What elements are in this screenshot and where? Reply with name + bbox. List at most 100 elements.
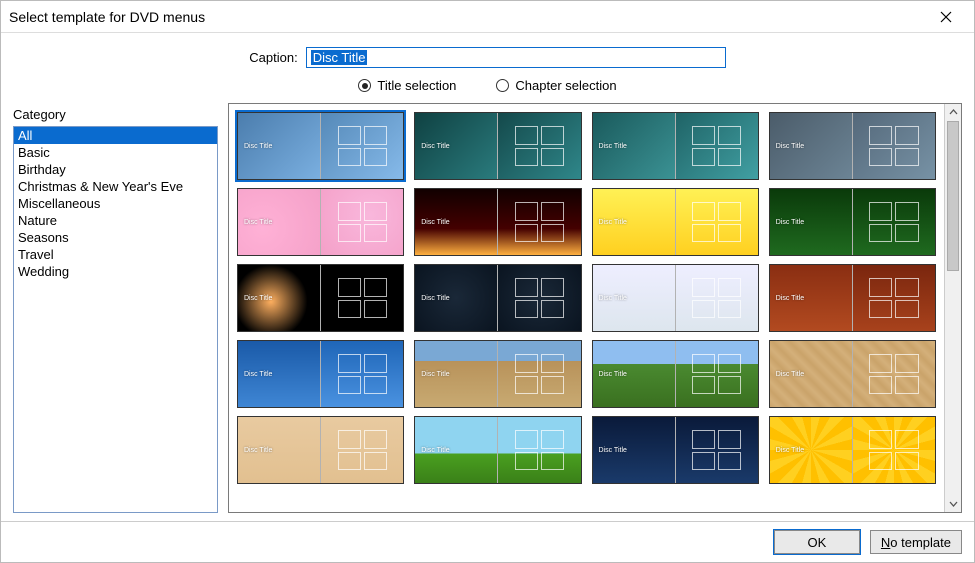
radio-chapter-label: Chapter selection xyxy=(515,78,616,93)
template-thumbnail[interactable]: Disc Title xyxy=(769,264,936,332)
thumbnail-title-page: Disc Title xyxy=(770,417,852,483)
thumbnail-title-page: Disc Title xyxy=(238,189,320,255)
thumbnail-title-page: Disc Title xyxy=(593,417,675,483)
thumbnail-chapter-page xyxy=(321,189,403,255)
template-thumbnail[interactable]: Disc Title xyxy=(592,264,759,332)
category-column: Category AllBasicBirthdayChristmas & New… xyxy=(13,103,218,513)
thumbnail-chapter-page xyxy=(498,417,580,483)
gallery-grid: Disc TitleDisc TitleDisc TitleDisc Title… xyxy=(229,104,944,492)
thumbnail-label: Disc Title xyxy=(593,139,675,154)
thumbnail-chapter-page xyxy=(676,341,758,407)
category-item[interactable]: Christmas & New Year's Eve xyxy=(14,178,217,195)
thumbnail-title-page: Disc Title xyxy=(415,113,497,179)
thumbnail-label: Disc Title xyxy=(770,443,852,458)
template-thumbnail[interactable]: Disc Title xyxy=(414,264,581,332)
template-thumbnail[interactable]: Disc Title xyxy=(769,340,936,408)
scroll-track[interactable] xyxy=(945,121,961,495)
category-item[interactable]: Wedding xyxy=(14,263,217,280)
thumbnail-label: Disc Title xyxy=(593,291,675,306)
radio-chapter-selection[interactable]: Chapter selection xyxy=(496,78,616,93)
body-row: Category AllBasicBirthdayChristmas & New… xyxy=(1,103,974,521)
caption-label: Caption: xyxy=(249,50,297,65)
scroll-down-button[interactable] xyxy=(945,495,961,512)
category-item[interactable]: All xyxy=(14,127,217,144)
template-thumbnail[interactable]: Disc Title xyxy=(237,188,404,256)
thumbnail-title-page: Disc Title xyxy=(770,341,852,407)
no-template-button[interactable]: No template xyxy=(870,530,962,554)
thumbnail-label: Disc Title xyxy=(415,367,497,382)
category-item[interactable]: Birthday xyxy=(14,161,217,178)
thumbnail-label: Disc Title xyxy=(770,215,852,230)
caption-input[interactable]: Disc Title xyxy=(306,47,726,68)
template-thumbnail[interactable]: Disc Title xyxy=(769,112,936,180)
category-item[interactable]: Basic xyxy=(14,144,217,161)
radio-dot-icon xyxy=(496,79,509,92)
template-thumbnail[interactable]: Disc Title xyxy=(592,340,759,408)
category-item[interactable]: Seasons xyxy=(14,229,217,246)
thumbnail-label: Disc Title xyxy=(415,139,497,154)
template-thumbnail[interactable]: Disc Title xyxy=(414,188,581,256)
template-thumbnail[interactable]: Disc Title xyxy=(414,112,581,180)
template-thumbnail[interactable]: Disc Title xyxy=(414,340,581,408)
thumbnail-chapter-page xyxy=(498,265,580,331)
category-list[interactable]: AllBasicBirthdayChristmas & New Year's E… xyxy=(13,126,218,513)
template-thumbnail[interactable]: Disc Title xyxy=(237,340,404,408)
thumbnail-label: Disc Title xyxy=(238,139,320,154)
selection-mode-group: Title selection Chapter selection xyxy=(358,78,616,93)
thumbnail-title-page: Disc Title xyxy=(770,113,852,179)
thumbnail-title-page: Disc Title xyxy=(593,113,675,179)
template-thumbnail[interactable]: Disc Title xyxy=(592,112,759,180)
gallery-scrollbar[interactable] xyxy=(944,104,961,512)
thumbnail-label: Disc Title xyxy=(770,139,852,154)
thumbnail-title-page: Disc Title xyxy=(238,113,320,179)
window-title: Select template for DVD menus xyxy=(9,9,926,25)
category-item[interactable]: Travel xyxy=(14,246,217,263)
ok-button-label: OK xyxy=(808,535,827,550)
footer: OK No template xyxy=(1,521,974,562)
thumbnail-chapter-page xyxy=(498,189,580,255)
chevron-up-icon xyxy=(949,108,958,117)
template-thumbnail[interactable]: Disc Title xyxy=(769,416,936,484)
scroll-thumb[interactable] xyxy=(947,121,959,271)
close-icon xyxy=(940,11,952,23)
thumbnail-chapter-page xyxy=(321,341,403,407)
category-item[interactable]: Miscellaneous xyxy=(14,195,217,212)
template-thumbnail[interactable]: Disc Title xyxy=(237,264,404,332)
template-gallery: Disc TitleDisc TitleDisc TitleDisc Title… xyxy=(228,103,962,513)
template-thumbnail[interactable]: Disc Title xyxy=(592,416,759,484)
template-thumbnail[interactable]: Disc Title xyxy=(237,416,404,484)
titlebar: Select template for DVD menus xyxy=(1,1,974,33)
thumbnail-title-page: Disc Title xyxy=(238,265,320,331)
template-thumbnail[interactable]: Disc Title xyxy=(592,188,759,256)
thumbnail-chapter-page xyxy=(676,417,758,483)
thumbnail-chapter-page xyxy=(676,265,758,331)
thumbnail-title-page: Disc Title xyxy=(415,341,497,407)
ok-button[interactable]: OK xyxy=(774,530,860,554)
thumbnail-chapter-page xyxy=(853,189,935,255)
thumbnail-chapter-page xyxy=(498,341,580,407)
thumbnail-chapter-page xyxy=(676,189,758,255)
radio-title-selection[interactable]: Title selection xyxy=(358,78,456,93)
thumbnail-title-page: Disc Title xyxy=(238,341,320,407)
dialog-window: Select template for DVD menus Caption: D… xyxy=(0,0,975,563)
thumbnail-label: Disc Title xyxy=(593,215,675,230)
close-button[interactable] xyxy=(926,1,966,32)
thumbnail-chapter-page xyxy=(321,113,403,179)
thumbnail-title-page: Disc Title xyxy=(593,189,675,255)
thumbnail-chapter-page xyxy=(853,265,935,331)
template-thumbnail[interactable]: Disc Title xyxy=(769,188,936,256)
thumbnail-label: Disc Title xyxy=(415,215,497,230)
gallery-viewport[interactable]: Disc TitleDisc TitleDisc TitleDisc Title… xyxy=(229,104,944,512)
thumbnail-label: Disc Title xyxy=(238,291,320,306)
radio-dot-icon xyxy=(358,79,371,92)
thumbnail-label: Disc Title xyxy=(770,367,852,382)
thumbnail-chapter-page xyxy=(853,341,935,407)
thumbnail-chapter-page xyxy=(853,113,935,179)
thumbnail-chapter-page xyxy=(676,113,758,179)
template-thumbnail[interactable]: Disc Title xyxy=(414,416,581,484)
category-item[interactable]: Nature xyxy=(14,212,217,229)
scroll-up-button[interactable] xyxy=(945,104,961,121)
thumbnail-title-page: Disc Title xyxy=(415,189,497,255)
template-thumbnail[interactable]: Disc Title xyxy=(237,112,404,180)
no-template-label: No template xyxy=(881,535,951,550)
